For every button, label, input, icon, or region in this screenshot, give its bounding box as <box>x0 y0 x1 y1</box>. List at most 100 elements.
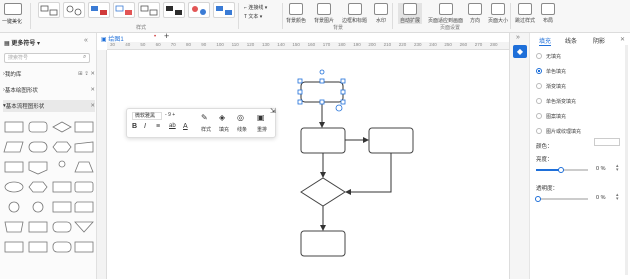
style-thumb-8[interactable] <box>213 2 235 18</box>
ruler-tick-label: 220 <box>398 42 407 47</box>
style-thumb-2[interactable] <box>63 2 85 18</box>
page-size-button[interactable]: 页面大小 <box>488 3 508 24</box>
direct-data-shape <box>52 221 72 233</box>
hexagon-shape <box>52 141 72 153</box>
search-icon[interactable]: ⌕ <box>83 54 86 61</box>
pin-icon[interactable]: ⇲ <box>270 107 276 115</box>
stepper-icon[interactable]: ▴ ▾ <box>616 193 619 202</box>
ruler-tick-label: 80 <box>186 42 192 47</box>
fill-icon[interactable]: ◈ <box>219 113 225 122</box>
library-title: ▦ 更多符号 ▾ <box>4 41 41 47</box>
align-icon[interactable]: ≡ <box>156 123 160 130</box>
style-thumb-4[interactable] <box>113 2 135 18</box>
style-thumb-6[interactable] <box>163 2 185 18</box>
prep-shape <box>28 181 48 193</box>
transparency-value[interactable]: 0 % <box>596 195 605 201</box>
font-size-select[interactable]: - 9 + <box>165 112 183 120</box>
ruler-tick-label: 120 <box>246 42 255 47</box>
line-icon[interactable]: ◎ <box>237 113 244 122</box>
rect-shape <box>74 121 94 133</box>
arrange-label: 重排 <box>257 127 268 133</box>
text-color-icon[interactable]: ab <box>169 123 176 129</box>
connector-button[interactable]: ⌐ 连接线 ▾ <box>244 4 267 11</box>
fill-option-solid[interactable]: 单色填充 <box>536 66 566 76</box>
document-tab-bar: ▣ 绘图1 • + <box>97 31 509 43</box>
library-row-basic[interactable]: › 基本绘图形状 ✕ <box>3 84 95 96</box>
search-input[interactable]: 搜索符号 <box>4 53 90 63</box>
fill-panel-icon[interactable]: ◆ <box>513 45 527 58</box>
fill-option-gradient[interactable]: 渐变填充 <box>536 81 566 91</box>
fill-option-pattern[interactable]: 图案填充 <box>536 111 566 121</box>
transparency-label: 透明度： <box>536 186 559 192</box>
radio-icon <box>536 113 542 119</box>
sort-shape <box>28 241 48 253</box>
transparency-slider[interactable] <box>535 196 588 202</box>
beautify-icon[interactable] <box>4 3 22 15</box>
tab-line[interactable]: 线条 <box>565 36 577 45</box>
drawing-canvas[interactable] <box>107 50 509 279</box>
tab-fill[interactable]: 填充 <box>539 36 552 46</box>
ribbon: 一键美化 样式 ⌐ 连接线 ▾ T 文本 ▾ 背景颜色 背景图片 边框和标题 水… <box>0 0 630 33</box>
add-tab-button[interactable]: + <box>164 31 169 41</box>
auto-expand-button[interactable]: 自动扩展 <box>398 3 423 24</box>
stored-data-shape <box>52 181 72 193</box>
slider-handle[interactable] <box>535 196 541 202</box>
skip-style-button[interactable]: 跳过样式 <box>515 3 535 24</box>
expand-panel-icon[interactable]: » <box>516 34 520 41</box>
style-thumb-1[interactable] <box>38 2 60 18</box>
fill-option-picture[interactable]: 图片或纹理填充 <box>536 126 581 136</box>
bold-button[interactable]: B <box>132 123 137 130</box>
page-group-label: 背景 <box>333 25 344 31</box>
arrange-icon[interactable]: ▣ <box>257 113 265 122</box>
rounded-rect-shape <box>28 121 48 133</box>
document-shape <box>4 161 24 173</box>
bg-image-button[interactable]: 背景图片 <box>314 3 334 24</box>
style-thumb-7[interactable] <box>188 2 210 18</box>
or-shape <box>32 201 44 213</box>
style-thumb-5[interactable] <box>138 2 160 18</box>
bg-color-button[interactable]: 背景颜色 <box>286 3 306 24</box>
brightness-label: 亮度： <box>536 157 553 163</box>
stepper-icon[interactable]: ▴ ▾ <box>616 164 619 173</box>
close-icon[interactable]: ✕ <box>90 87 95 93</box>
library-row-flowchart[interactable]: ▾ 基本流程图形状 ✕ <box>3 100 95 112</box>
beautify-label: 一键美化 <box>2 19 23 25</box>
radio-icon <box>536 128 542 134</box>
layout-button[interactable]: 布局 <box>541 3 555 24</box>
display-shape <box>74 181 94 193</box>
font-family-select[interactable]: 微软雅黑 <box>132 112 162 120</box>
collapse-panel-icon[interactable]: « <box>84 37 88 44</box>
ruler-tick-label: 250 <box>444 42 452 47</box>
brightness-value[interactable]: 0 % <box>596 166 605 172</box>
offpage-shape <box>28 161 48 175</box>
fill-option-solid-gradient[interactable]: 单色渐变填充 <box>536 96 576 106</box>
ruler-tick-label: 230 <box>414 42 422 47</box>
italic-button[interactable]: I <box>144 123 146 130</box>
slider-handle[interactable] <box>558 167 564 173</box>
internal-storage-shape <box>52 201 72 213</box>
font-color-icon[interactable]: A <box>183 123 188 130</box>
library-row-mine[interactable]: › 我的库 ⊞ ⇪ ✕ <box>3 68 95 80</box>
watermark-button[interactable]: 水印 <box>374 3 388 24</box>
brightness-slider[interactable] <box>536 167 588 173</box>
ruler-tick-label: 130 <box>262 42 270 47</box>
fit-page-button[interactable]: 页面适应到画面 <box>428 3 463 24</box>
text-button[interactable]: T 文本 ▾ <box>244 13 262 20</box>
radio-icon <box>536 83 542 89</box>
style-thumb-3[interactable] <box>88 2 110 18</box>
library-actions-icon[interactable]: ⊞ ⇪ ✕ <box>78 71 95 77</box>
border-title-button[interactable]: 边框和标题 <box>342 3 367 24</box>
close-icon[interactable]: ✕ <box>90 103 95 109</box>
selection-handle <box>340 89 346 95</box>
ruler-tick-label: 150 <box>292 42 300 47</box>
ruler-tick-label: 70 <box>170 42 176 47</box>
merge-shape <box>74 221 94 233</box>
close-icon[interactable]: ✕ <box>620 36 625 43</box>
color-picker[interactable] <box>594 138 620 146</box>
panel-scrollbar[interactable] <box>625 45 628 275</box>
fill-option-none[interactable]: 无填充 <box>536 51 561 61</box>
decision-diamond <box>300 177 346 207</box>
style-icon[interactable]: ✎ <box>201 113 208 122</box>
orientation-button[interactable]: 方向 <box>468 3 482 24</box>
tab-shadow[interactable]: 阴影 <box>593 36 605 45</box>
